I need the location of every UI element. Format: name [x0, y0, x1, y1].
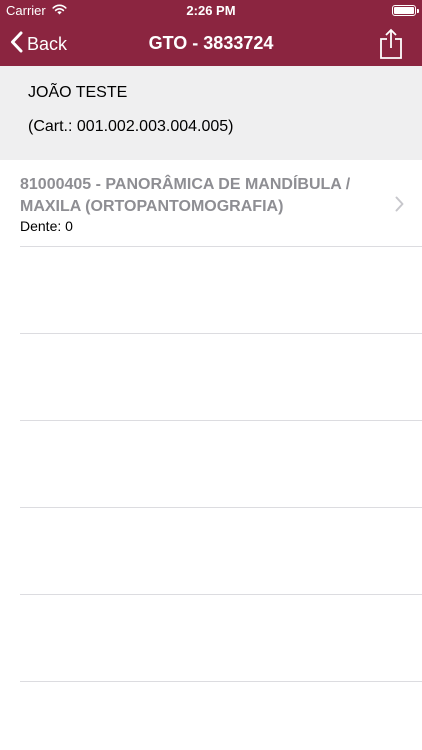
empty-row — [20, 421, 422, 508]
procedure-list: 81000405 - PANORÂMICA DE MANDÍBULA / MAX… — [0, 160, 422, 750]
status-time: 2:26 PM — [186, 3, 236, 18]
back-button[interactable]: Back — [10, 30, 67, 58]
battery-fill — [394, 7, 414, 14]
page-title: GTO - 3833724 — [148, 33, 274, 53]
empty-row — [20, 247, 422, 334]
battery-tip — [417, 9, 419, 13]
empty-row — [20, 334, 422, 421]
chevron-right-icon — [395, 196, 404, 212]
empty-row — [20, 682, 422, 750]
card-number: (Cart.: 001.002.003.004.005) — [28, 118, 234, 135]
patient-name: JOÃO TESTE — [28, 84, 128, 101]
share-button[interactable] — [378, 28, 404, 60]
empty-row — [20, 508, 422, 595]
screen: Carrier 2:26 PM Back GTO - 3833724 JOÃO … — [0, 0, 422, 750]
procedure-row[interactable]: 81000405 - PANORÂMICA DE MANDÍBULA / MAX… — [20, 160, 422, 247]
navigation-bar: Back GTO - 3833724 — [0, 22, 422, 66]
share-icon — [378, 28, 404, 64]
status-bar: Carrier 2:26 PM — [0, 0, 422, 22]
procedure-title: 81000405 - PANORÂMICA DE MANDÍBULA / MAX… — [20, 176, 351, 215]
patient-header: JOÃO TESTE (Cart.: 001.002.003.004.005) — [0, 66, 422, 160]
tooth-label: Dente: 0 — [20, 218, 73, 234]
top-bar: Carrier 2:26 PM Back GTO - 3833724 — [0, 0, 422, 66]
chevron-left-icon — [10, 31, 23, 58]
battery-icon — [392, 5, 419, 16]
empty-row — [20, 595, 422, 682]
